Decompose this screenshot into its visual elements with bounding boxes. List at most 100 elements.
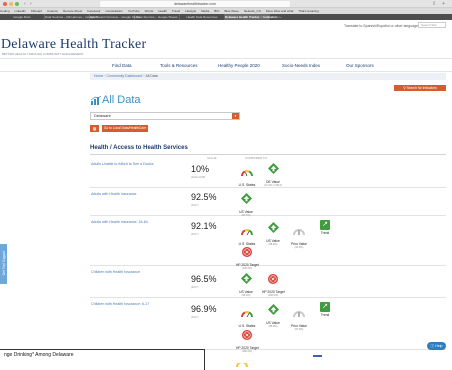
indicator-name[interactable]: Adults with Health Insurance	[91, 192, 191, 196]
comparison-prior-value[interactable]: Prior Value (97.0%)	[288, 305, 310, 331]
indicator-value: 10%	[191, 164, 210, 174]
bookmark-item[interactable]: Store Wow and what	[266, 9, 294, 13]
comparison-de-value[interactable]: DE Value (11.6% in 2014)	[262, 161, 284, 187]
maximize-window-button[interactable]	[15, 2, 19, 6]
table-row: Children with Health Insurance: 6-17 96.…	[90, 298, 446, 353]
comparison-value: (100.0%)	[241, 350, 253, 353]
page: ‹ › delawarehealthtracker.com ⇪ + Coding…	[0, 0, 452, 370]
comparison-us-value[interactable]: US Value (95.0%)	[262, 302, 284, 328]
section-title: Health / Access to Health Services	[90, 145, 188, 151]
comparison-us-states[interactable]: U.S. States	[236, 223, 258, 246]
browser-tab[interactable]: Delaware Health Tracker :: Indicators :.…	[225, 14, 282, 20]
indicator-value: 92.5%	[191, 192, 217, 202]
chevron-down-icon[interactable]: ▾	[232, 113, 239, 119]
address-bar[interactable]: delawarehealthtracker.com	[100, 1, 290, 7]
translate-link[interactable]: Translate to Spanish/Español or other la…	[344, 24, 418, 28]
local-data-button[interactable]: Go to Local Data/HealthCare	[102, 125, 148, 132]
location-select[interactable]: Delaware ▾	[90, 112, 240, 120]
new-tab-icon[interactable]: +	[442, 1, 445, 7]
comparison-us-value[interactable]: US Value (95.0%)	[235, 271, 257, 297]
comparison-value: (97.0%)	[294, 328, 304, 331]
gauge-icon	[241, 229, 253, 236]
diamond-up-arrow-icon	[267, 222, 279, 233]
location-select-value: Delaware	[94, 113, 111, 118]
bookmark-item[interactable]: BIG	[214, 9, 219, 13]
trend-bar-icon	[313, 355, 322, 357]
bookmark-item[interactable]: Network_CS	[244, 9, 261, 13]
comparison-us-value[interactable]: US Value (88.0%)	[262, 220, 284, 246]
comparison-prior-value[interactable]: Prior Value (91.3%)	[288, 223, 310, 249]
close-window-button[interactable]	[3, 2, 7, 6]
comparison-hp2020-target[interactable]: HP 2020 Target (100.0%)	[236, 327, 259, 353]
indicator-value: 92.1%	[191, 221, 217, 231]
browser-tab[interactable]: Data Sources – Google Sheets	[135, 14, 180, 20]
browser-tab[interactable]: Dashboard Overview – Google Slides	[90, 14, 140, 20]
browser-tab[interactable]: Data Sources – DE Harmes – Google S...	[45, 14, 100, 20]
diamond-up-arrow-icon	[267, 163, 279, 174]
bookmark-item[interactable]: LinkedIn	[15, 9, 26, 13]
bookmark-item[interactable]: That's Amazing	[298, 9, 318, 13]
main-nav: Find Data Tools & Resources Healthy Peop…	[0, 58, 452, 72]
gauge-icon	[241, 311, 253, 318]
bookmark-item[interactable]: Remote Sheet	[63, 9, 82, 13]
x-circle-icon	[242, 330, 252, 340]
bookmark-item[interactable]: Amazon	[47, 9, 58, 13]
table-row: Adults with Health Insurance 92.5% (2017…	[90, 188, 446, 217]
bookmark-item[interactable]: Media	[201, 9, 209, 13]
nav-our-sponsors[interactable]: Our Sponsors	[346, 63, 374, 68]
section-divider	[90, 154, 446, 155]
bookmark-item[interactable]: Facebook	[87, 9, 100, 13]
comparison-value: (95.0%)	[241, 294, 251, 297]
comparison-us-value[interactable]: US Value (87.7%)	[235, 191, 257, 217]
comparison-hp2020-target[interactable]: HP 2020 Target (100.0%)	[262, 271, 285, 297]
browser-tab[interactable]: Health Data Resources	[180, 14, 225, 20]
bookmark-item[interactable]: Lifestyle	[185, 9, 196, 13]
bookmark-item[interactable]: Words	[145, 9, 154, 13]
comparison-trend[interactable]: ↗ Trend	[314, 220, 336, 235]
indicator-period: (2017)	[191, 204, 199, 207]
back-icon[interactable]: ‹	[24, 1, 26, 7]
help-button[interactable]: ⓘ Help	[427, 342, 446, 350]
bookmark-item[interactable]: Coding	[0, 9, 10, 13]
indicator-period: (2017)	[191, 316, 199, 319]
bookmark-item[interactable]: Blue Wave	[224, 9, 238, 13]
bookmark-item[interactable]: YouTube	[128, 9, 140, 13]
site-title[interactable]: Delaware Health Tracker	[1, 37, 146, 53]
comparison-us-states[interactable]: U.S. States	[236, 305, 258, 328]
diamond-up-arrow-icon	[240, 273, 252, 284]
trend-up-icon: ↗	[320, 220, 330, 230]
bookmark-item[interactable]: Health	[158, 9, 167, 13]
nav-socio-needs-index[interactable]: Socio-Needs Index	[282, 63, 320, 68]
bookmark-item[interactable]: Kitboard	[31, 9, 42, 13]
share-icon[interactable]: ⇪	[432, 1, 436, 7]
feedback-side-tab[interactable]: Get Tool Support	[0, 244, 7, 284]
indicator-name[interactable]: Children with Health Insurance: 6-17	[91, 302, 191, 306]
minimize-window-button[interactable]	[9, 2, 13, 6]
nav-healthy-people-2020[interactable]: Healthy People 2020	[218, 63, 260, 68]
side-tab-label: Get Tool Support	[2, 250, 6, 276]
site-search-input[interactable]: Search Site	[418, 22, 446, 28]
forward-icon[interactable]: ›	[30, 1, 32, 7]
indicator-name[interactable]: Children with Health Insurance	[91, 270, 191, 274]
bookmark-item[interactable]: Constellation	[105, 9, 122, 13]
breadcrumb-dashboard[interactable]: Community Dashboard	[107, 74, 143, 78]
grid-icon: ▦	[92, 126, 97, 131]
browser-tab[interactable]: Google Docs	[0, 14, 45, 20]
x-circle-icon	[268, 274, 278, 284]
nav-tools-resources[interactable]: Tools & Resources	[160, 63, 198, 68]
indicator-value: 96.9%	[191, 304, 217, 314]
breadcrumb-home[interactable]: Home	[94, 74, 103, 78]
grid-view-button[interactable]: ▦	[90, 125, 99, 132]
comparison-us-states[interactable]: U.S. States	[236, 164, 258, 187]
indicator-name[interactable]: Adults with Health Insurance: 18-64	[91, 220, 191, 224]
nav-find-data[interactable]: Find Data	[112, 63, 132, 68]
overlay-caption-box: nge Drinking* Among Delaware	[0, 349, 205, 370]
indicator-name[interactable]: Adults Unable to Afford to See a Doctor	[91, 162, 191, 166]
comparison-value: (91.3%)	[294, 246, 304, 249]
comparison-trend[interactable]: ↗ Trend	[314, 302, 336, 317]
search-indicators-button[interactable]: ⚲ Search for Indicators	[394, 85, 446, 91]
comparison-label: U.S. States	[238, 183, 256, 187]
bookmark-item[interactable]: Travel	[172, 9, 180, 13]
comparison-value: (95.0%)	[268, 325, 278, 328]
gauge-icon	[293, 311, 305, 318]
